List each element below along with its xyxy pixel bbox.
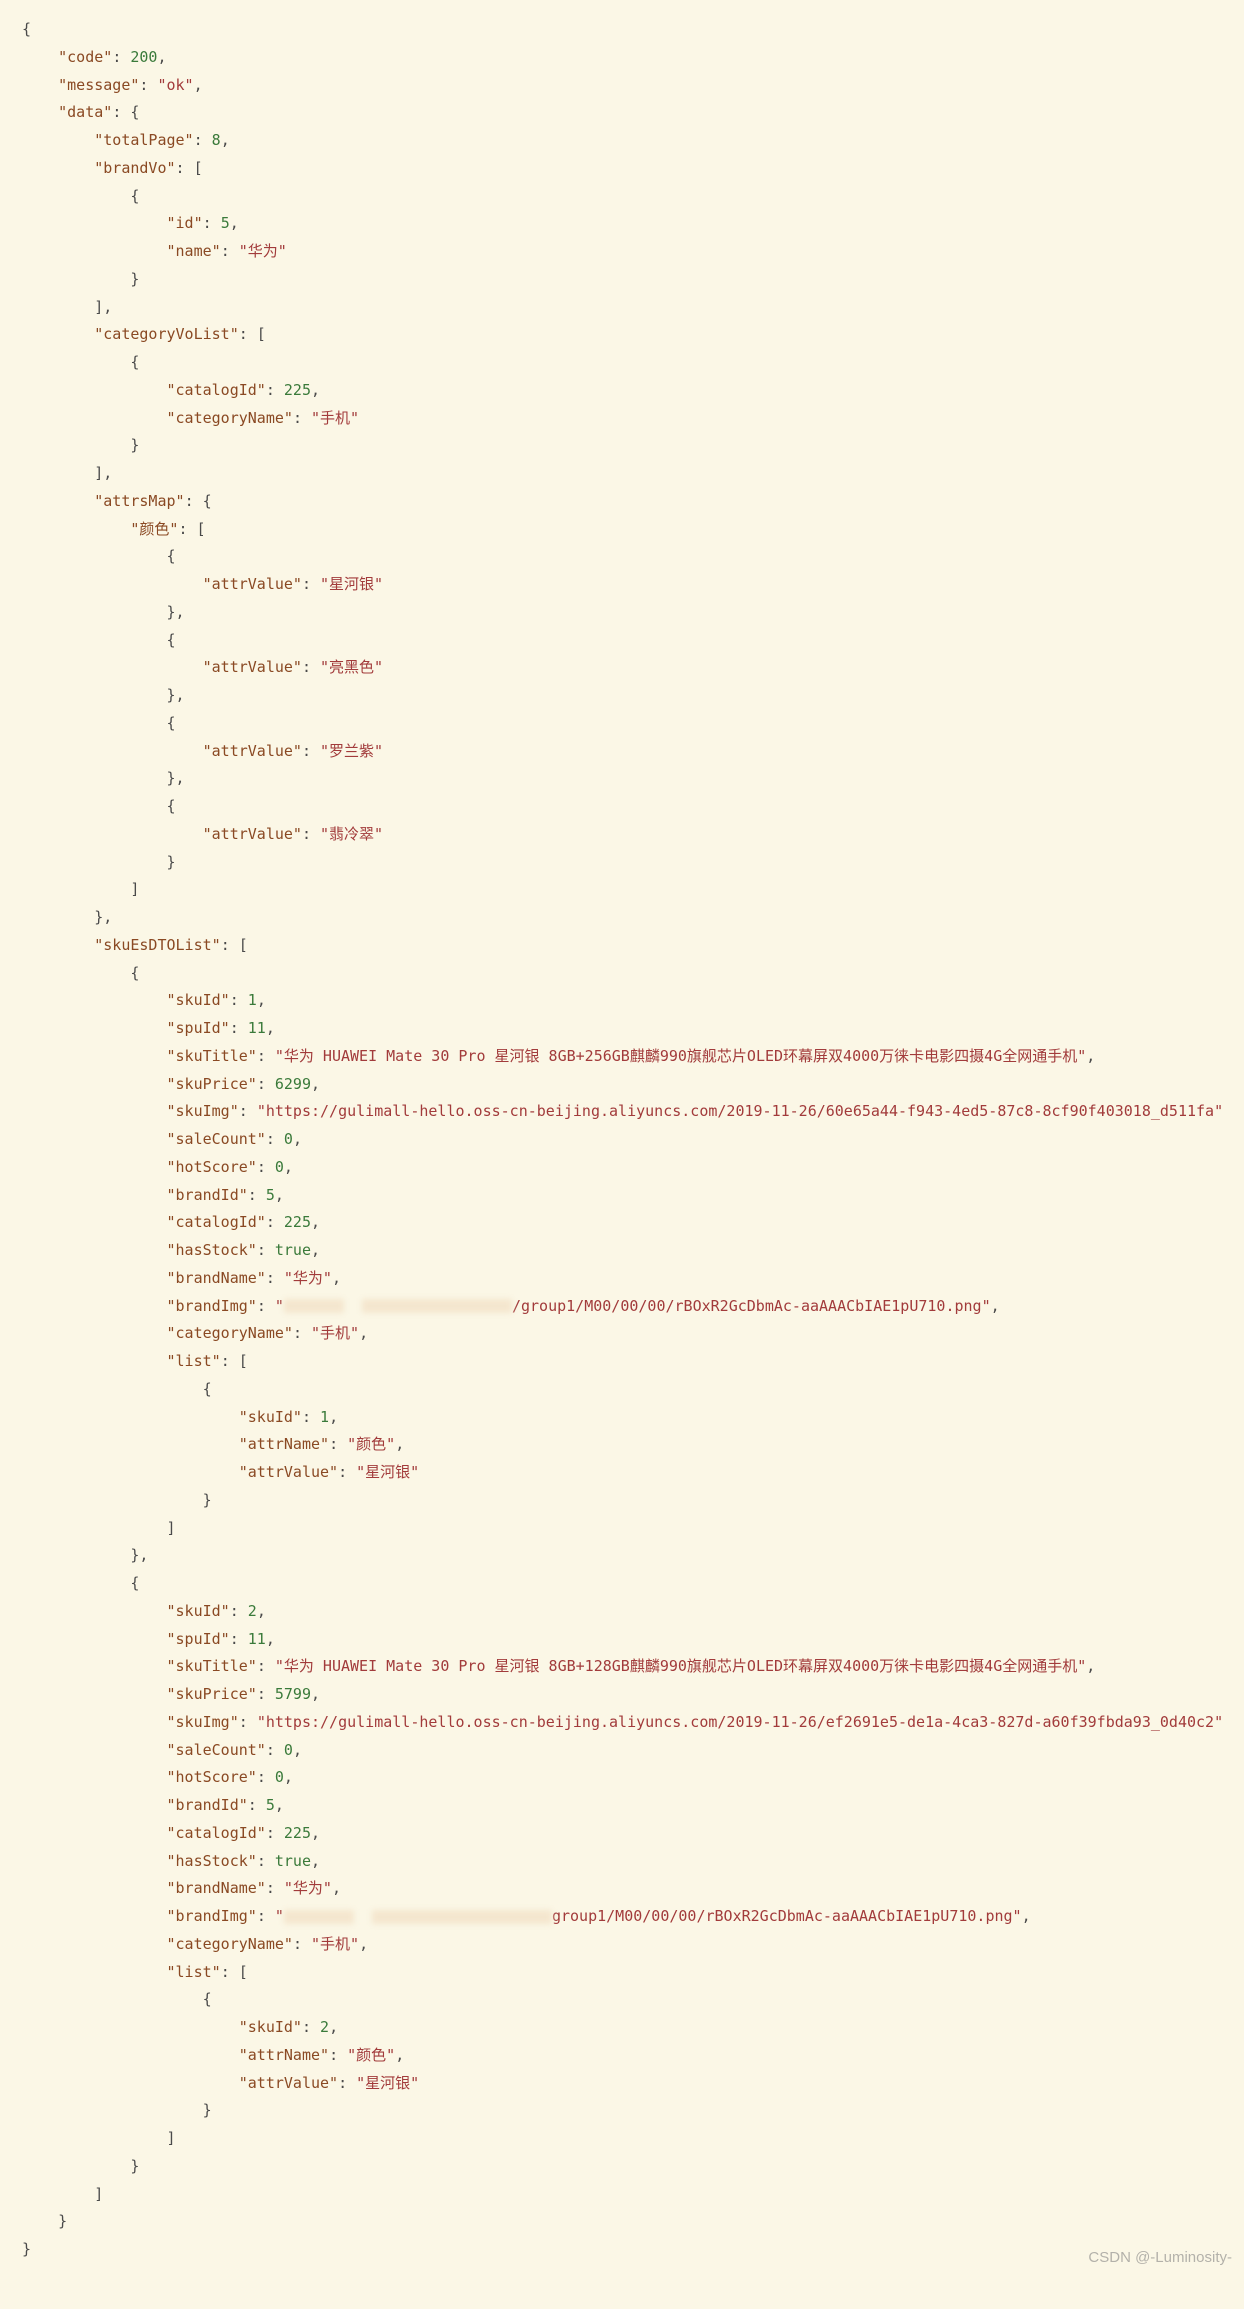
watermark-text: CSDN @-Luminosity-	[1088, 2244, 1232, 2272]
json-code-block: { "code": 200, "message": "ok", "data": …	[0, 0, 1244, 2280]
